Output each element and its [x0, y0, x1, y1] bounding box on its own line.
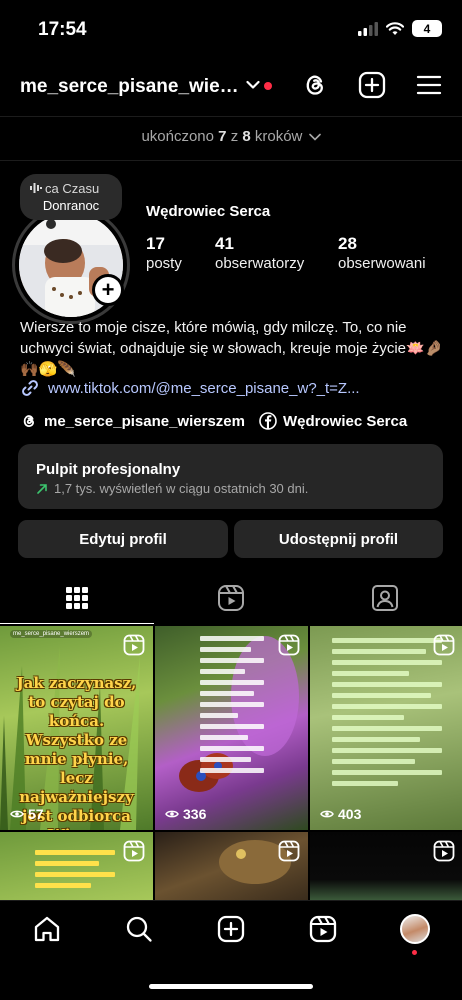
dashboard-subtitle: 1,7 tys. wyświetleń w ciągu ostatnich 30…	[36, 481, 425, 496]
home-indicator[interactable]	[149, 984, 313, 989]
bio-text: Wiersze to moje cisze, które mówią, gdy …	[20, 319, 444, 378]
menu-icon[interactable]	[414, 70, 444, 100]
facebook-name[interactable]: Wędrowiec Serca	[283, 413, 407, 430]
view-count-value: 403	[338, 806, 362, 822]
reels-tab-icon[interactable]	[216, 583, 246, 613]
post-text-overlay	[200, 636, 264, 779]
create-post-icon[interactable]	[357, 70, 387, 100]
threads-link[interactable]: me_serce_pisane_wierszem	[20, 412, 245, 430]
dashboard-subtitle-text: 1,7 tys. wyświetleń w ciągu ostatnich 30…	[54, 481, 309, 496]
post-tile[interactable]	[310, 832, 462, 900]
threads-icon[interactable]	[300, 70, 330, 100]
note-tail	[46, 219, 56, 229]
view-count: 336	[165, 806, 206, 822]
facebook-link[interactable]: Wędrowiec Serca	[259, 412, 407, 430]
note-bubble[interactable]: ca Czasu Donranoc	[20, 174, 122, 220]
note-text-line1: ca Czasu	[45, 181, 100, 196]
post-text-overlay	[332, 638, 442, 792]
notification-dot	[412, 950, 417, 955]
status-icons: 4	[358, 20, 442, 37]
professional-dashboard[interactable]: Pulpit profesjonalny 1,7 tys. wyświetleń…	[18, 444, 443, 509]
eye-icon	[320, 810, 334, 818]
section-divider	[0, 160, 462, 161]
post-tile[interactable]	[0, 832, 153, 900]
followers-count[interactable]: 41	[215, 234, 234, 254]
note-line1: ca Czasu	[30, 181, 112, 196]
posts-label[interactable]: posty	[146, 255, 182, 272]
progress-done: 7	[218, 128, 227, 145]
link-icon	[22, 380, 38, 396]
following-count[interactable]: 28	[338, 234, 357, 254]
status-time: 17:54	[38, 19, 87, 40]
view-count-value: 57	[28, 806, 44, 822]
profile-completion-progress[interactable]: ukończono 7 z 8 kroków	[0, 128, 462, 145]
add-story-button[interactable]: +	[92, 274, 124, 306]
reel-icon	[278, 840, 300, 862]
post-author-tag: me_serce_pisane_wierszem	[10, 630, 93, 638]
progress-suffix: kroków	[254, 128, 303, 145]
post-tile[interactable]: me_serce_pisane_wierszem Jak zaczynasz, …	[0, 626, 153, 830]
profile-link[interactable]: www.tiktok.com/@me_serce_pisane_w?_t=Z..…	[20, 378, 360, 398]
posts-count[interactable]: 17	[146, 234, 165, 254]
reel-icon	[123, 634, 145, 656]
home-icon[interactable]	[32, 914, 62, 944]
reel-icon	[123, 840, 145, 862]
plus-icon: +	[95, 277, 121, 303]
eye-icon	[10, 810, 24, 818]
threads-name[interactable]: me_serce_pisane_wierszem	[44, 413, 245, 430]
chevron-down-icon[interactable]	[246, 80, 260, 90]
grid-icon[interactable]	[62, 583, 92, 613]
threads-icon	[23, 415, 34, 428]
progress-total: 8	[242, 128, 251, 145]
new-post-icon[interactable]	[216, 914, 246, 944]
followers-label[interactable]: obserwatorzy	[215, 255, 304, 272]
view-count: 57	[10, 806, 44, 822]
profile-link-text[interactable]: www.tiktok.com/@me_serce_pisane_w?_t=Z..…	[48, 380, 360, 397]
display-name: Wędrowiec Serca	[146, 203, 271, 220]
reel-icon	[433, 634, 455, 656]
facebook-icon	[259, 412, 277, 430]
post-tile[interactable]	[155, 832, 308, 900]
active-tab-indicator	[0, 623, 154, 624]
note-text-line2: Donranoc	[42, 198, 100, 213]
dashboard-title: Pulpit profesjonalny	[36, 461, 181, 478]
progress-middle: z	[230, 128, 239, 145]
account-switcher[interactable]: me_serce_pisane_wiersz...	[20, 76, 244, 98]
eye-icon	[165, 810, 179, 818]
header-divider	[0, 116, 462, 117]
progress-prefix: ukończono	[141, 128, 214, 145]
social-links: me_serce_pisane_wierszem Wędrowiec Serca	[20, 412, 421, 430]
chevron-down-icon	[308, 133, 321, 141]
reels-icon[interactable]	[308, 914, 338, 944]
post-tile[interactable]: 403	[310, 626, 462, 830]
edit-profile-button[interactable]: Edytuj profil	[18, 520, 228, 558]
music-bars-icon	[30, 183, 42, 193]
signal-icon	[358, 21, 378, 36]
tagged-icon[interactable]	[370, 583, 400, 613]
reel-icon	[278, 634, 300, 656]
wifi-icon	[386, 21, 404, 35]
profile-avatar-nav[interactable]	[400, 914, 430, 944]
reel-icon	[433, 840, 455, 862]
notification-dot	[264, 82, 272, 90]
post-text-overlay	[35, 850, 115, 894]
following-label[interactable]: obserwowani	[338, 255, 426, 272]
post-tile[interactable]: 336	[155, 626, 308, 830]
view-count: 403	[320, 806, 361, 822]
view-count-value: 336	[183, 806, 207, 822]
search-icon[interactable]	[124, 914, 154, 944]
share-profile-button[interactable]: Udostępnij profil	[234, 520, 443, 558]
trend-up-icon	[37, 483, 47, 494]
battery-indicator: 4	[412, 20, 442, 37]
